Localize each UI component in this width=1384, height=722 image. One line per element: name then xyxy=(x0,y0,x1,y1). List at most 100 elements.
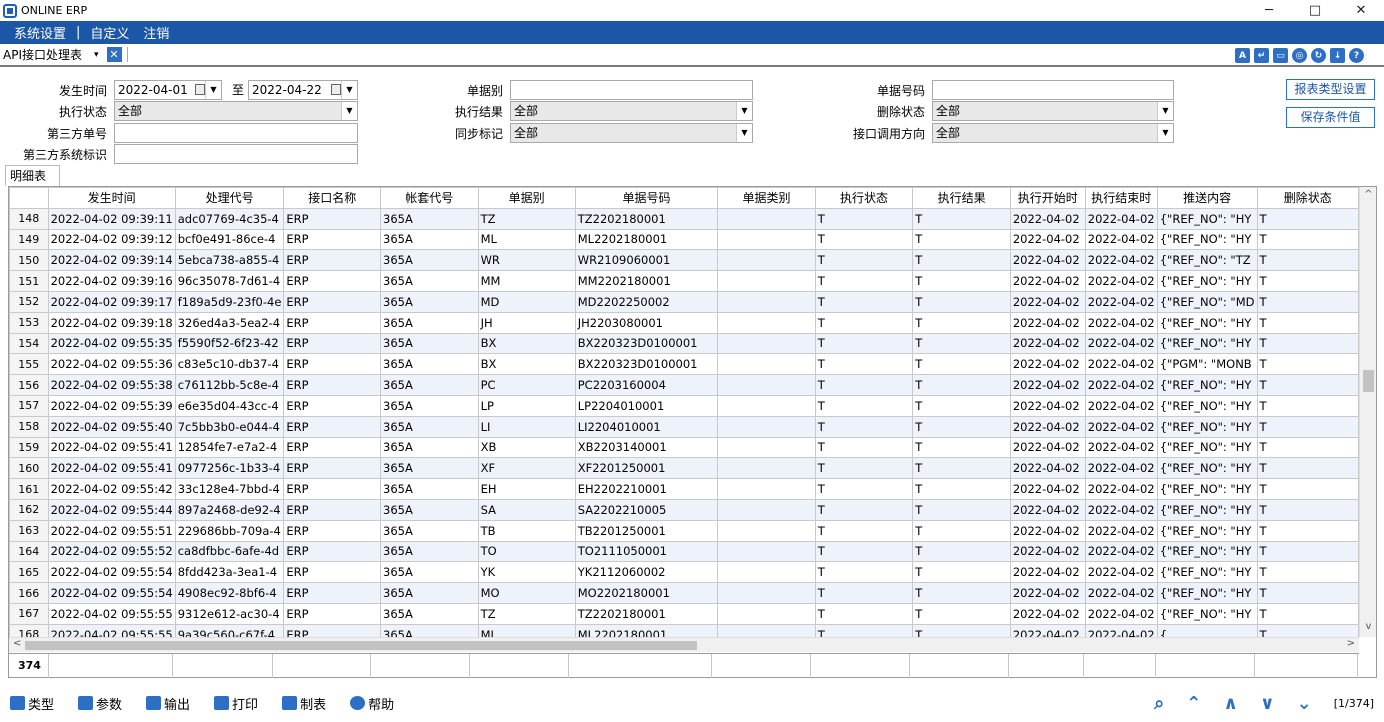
exec-result-select[interactable]: 全部 ▼ xyxy=(510,101,753,121)
table-cell[interactable]: T xyxy=(1256,582,1359,604)
table-cell[interactable]: BX220323D0100001 xyxy=(574,332,719,355)
table-cell[interactable]: T xyxy=(912,498,1011,521)
table-cell[interactable]: {"PGM": "MONB xyxy=(1156,353,1258,376)
table-cell[interactable]: T xyxy=(1256,623,1359,637)
table-cell[interactable]: {"REF_NO": "HY xyxy=(1156,228,1258,251)
table-cell[interactable]: 2022-04-02 xyxy=(1009,457,1086,480)
third-system-input[interactable] xyxy=(114,144,358,164)
table-cell[interactable]: 4908ec92-8bf6-4 xyxy=(174,582,285,604)
table-cell[interactable]: 2022-04-02 xyxy=(1084,540,1158,563)
table-cell[interactable]: 2022-04-02 xyxy=(1084,415,1158,438)
table-cell[interactable]: 2022-04-02 xyxy=(1009,270,1086,292)
table-cell[interactable]: 2022-04-02 xyxy=(1084,478,1158,500)
table-cell[interactable]: T xyxy=(814,374,914,396)
row-number[interactable]: 163 xyxy=(9,519,49,542)
table-cell[interactable]: T xyxy=(1256,270,1359,292)
table-cell[interactable]: PC xyxy=(477,374,576,396)
table-cell[interactable]: T xyxy=(1256,394,1359,417)
table-cell[interactable]: 2022-04-02 xyxy=(1009,353,1086,376)
table-row[interactable]: 162 2022-04-02 09:55:44 897a2468-de92-4 ERP… xyxy=(9,498,1359,521)
table-cell[interactable]: BX xyxy=(477,353,576,376)
table-cell[interactable]: SA2202210005 xyxy=(574,498,719,521)
table-cell[interactable]: ERP xyxy=(283,498,381,521)
table-cell[interactable]: T xyxy=(912,415,1011,438)
table-cell[interactable]: T xyxy=(1256,374,1359,396)
table-cell[interactable]: 365A xyxy=(380,228,479,251)
table-cell[interactable]: 2022-04-02 xyxy=(1084,290,1158,313)
table-cell[interactable]: ERP xyxy=(283,519,381,542)
table-cell[interactable] xyxy=(717,270,816,292)
column-header[interactable]: 单据号码 xyxy=(574,187,719,209)
table-cell[interactable]: 2022-04-02 09:55:35 xyxy=(47,332,176,355)
table-cell[interactable]: 96c35078-7d61-4 xyxy=(174,270,285,292)
row-number[interactable]: 161 xyxy=(9,478,49,500)
table-cell[interactable]: T xyxy=(814,623,914,637)
table-cell[interactable]: 9312e612-ac30-4 xyxy=(174,602,285,625)
table-cell[interactable]: 2022-04-02 xyxy=(1084,602,1158,625)
table-cell[interactable]: 326ed4a3-5ea2-4 xyxy=(174,311,285,334)
table-cell[interactable]: LP2204010001 xyxy=(574,394,719,417)
table-cell[interactable]: 2022-04-02 09:39:17 xyxy=(47,290,176,313)
row-number[interactable]: 150 xyxy=(9,249,49,272)
chevron-down-icon[interactable]: ▼ xyxy=(205,81,221,99)
search-icon[interactable]: ⌕ xyxy=(1154,693,1164,714)
table-cell[interactable]: ERP xyxy=(283,228,381,251)
table-cell[interactable]: {"REF_NO": "HY xyxy=(1156,540,1258,563)
table-cell[interactable]: 365A xyxy=(380,353,479,376)
table-cell[interactable]: T xyxy=(912,249,1011,272)
report-icon[interactable]: A xyxy=(1235,48,1250,63)
help-icon[interactable]: ? xyxy=(1349,48,1364,63)
table-cell[interactable]: T xyxy=(814,457,914,480)
table-row[interactable]: 160 2022-04-02 09:55:41 0977256c-1b33-4 ERP… xyxy=(9,457,1359,480)
table-cell[interactable]: 2022-04-02 09:55:55 xyxy=(47,602,176,625)
table-cell[interactable]: f189a5d9-23f0-4e xyxy=(174,290,285,313)
table-cell[interactable]: 365A xyxy=(380,623,479,637)
table-cell[interactable]: {"REF_NO": "MD xyxy=(1156,290,1258,313)
table-cell[interactable]: {"REF_NO": "HY xyxy=(1156,457,1258,480)
table-cell[interactable]: {"REF_NO": "HY xyxy=(1156,519,1258,542)
table-cell[interactable] xyxy=(717,478,816,500)
row-number[interactable]: 148 xyxy=(9,207,49,230)
vertical-scrollbar[interactable]: ^ v xyxy=(1359,187,1376,637)
table-cell[interactable]: 2022-04-02 xyxy=(1009,561,1086,584)
table-cell[interactable] xyxy=(717,436,816,459)
row-number[interactable]: 168 xyxy=(9,623,49,637)
table-cell[interactable]: 2022-04-02 xyxy=(1009,436,1086,459)
table-cell[interactable]: 2022-04-02 xyxy=(1084,436,1158,459)
params-button[interactable]: 参数 xyxy=(78,694,122,713)
table-cell[interactable]: 2022-04-02 xyxy=(1009,249,1086,272)
table-cell[interactable]: TB2201250001 xyxy=(574,519,719,542)
calendar-icon[interactable]: ▭ xyxy=(1273,48,1288,63)
table-cell[interactable]: ERP xyxy=(283,457,381,480)
table-cell[interactable]: 2022-04-02 xyxy=(1009,519,1086,542)
horizontal-scroll-thumb[interactable] xyxy=(25,641,697,650)
table-cell[interactable] xyxy=(717,249,816,272)
table-cell[interactable]: SA xyxy=(477,498,576,521)
next-page-icon[interactable]: ∨ xyxy=(1260,693,1275,714)
table-cell[interactable]: T xyxy=(814,311,914,334)
table-cell[interactable]: {"REF_NO": "HY xyxy=(1156,374,1258,396)
scroll-down-icon[interactable]: v xyxy=(1360,621,1377,637)
table-cell[interactable]: 365A xyxy=(380,498,479,521)
table-cell[interactable]: 7c5bb3b0-e044-4 xyxy=(174,415,285,438)
table-cell[interactable]: T xyxy=(814,582,914,604)
table-cell[interactable]: 365A xyxy=(380,540,479,563)
horizontal-scrollbar[interactable]: < > xyxy=(9,637,1359,652)
column-header[interactable]: 处理代号 xyxy=(174,187,285,209)
table-cell[interactable]: 0977256c-1b33-4 xyxy=(174,457,285,480)
chevron-down-icon[interactable]: ▼ xyxy=(341,81,357,99)
table-cell[interactable]: 2022-04-02 xyxy=(1009,582,1086,604)
menu-customize[interactable]: 自定义 xyxy=(90,23,129,42)
table-cell[interactable]: {"REF_NO": "HY xyxy=(1156,602,1258,625)
table-cell[interactable] xyxy=(717,332,816,355)
column-header[interactable]: 执行结果 xyxy=(912,187,1011,209)
chevron-down-icon[interactable]: ▼ xyxy=(736,124,752,142)
table-cell[interactable]: T xyxy=(912,582,1011,604)
table-cell[interactable]: T xyxy=(814,394,914,417)
column-header[interactable] xyxy=(9,187,49,209)
table-cell[interactable]: T xyxy=(814,332,914,355)
table-cell[interactable]: MD xyxy=(477,290,576,313)
table-cell[interactable] xyxy=(717,602,816,625)
table-cell[interactable] xyxy=(717,415,816,438)
table-cell[interactable]: T xyxy=(814,478,914,500)
